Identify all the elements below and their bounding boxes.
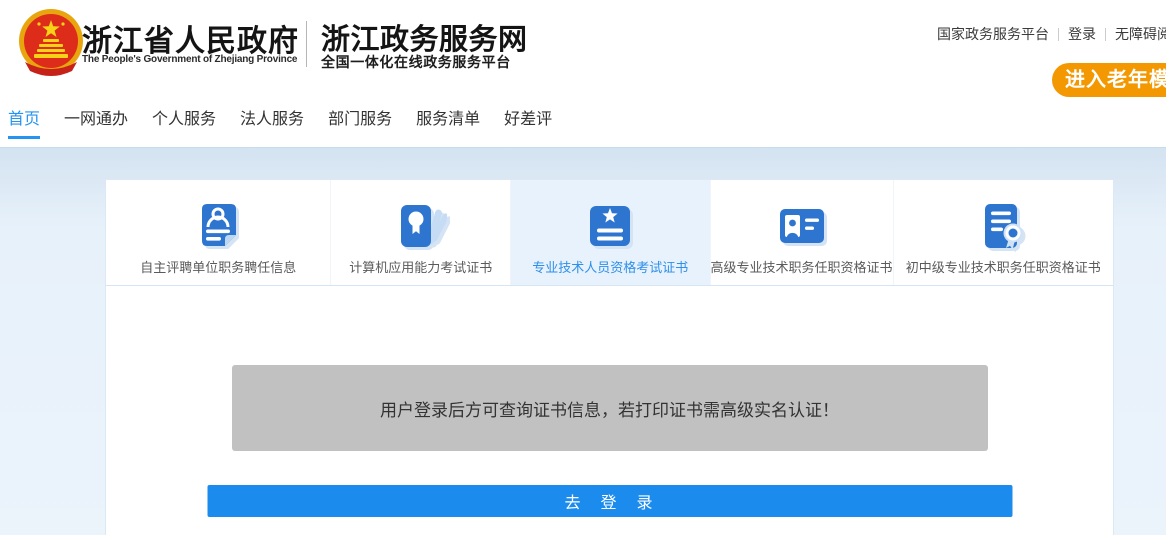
nav-item-personal-services[interactable]: 个人服务 xyxy=(152,110,216,139)
tab-label: 计算机应用能力考试证书 xyxy=(349,257,492,276)
tab-panel: 用户登录后方可查询证书信息，若打印证书需高级实名认证！ 去 登 录 xyxy=(106,286,1113,535)
tab-senior-professional-cert[interactable]: 高级专业技术职务任职资格证书 xyxy=(710,180,893,285)
tab-self-appointment-info[interactable]: 自主评聘单位职务聘任信息 xyxy=(106,180,330,285)
site-header: 浙江省人民政府 The People's Government of Zheji… xyxy=(0,0,1166,97)
header-divider xyxy=(306,21,307,67)
nav-item-legal-services[interactable]: 法人服务 xyxy=(240,110,304,139)
gov-subtitle: The People's Government of Zhejiang Prov… xyxy=(82,54,297,65)
nav-items: 首页 一网通办 个人服务 法人服务 部门服务 服务清单 好差评 xyxy=(8,110,552,139)
login-required-notice: 用户登录后方可查询证书信息，若打印证书需高级实名认证！ xyxy=(232,365,988,451)
nav-item-home[interactable]: 首页 xyxy=(8,110,40,139)
nav-item-review[interactable]: 好差评 xyxy=(504,110,552,139)
tab-label: 初中级专业技术职务任职资格证书 xyxy=(906,257,1101,276)
national-emblem-icon xyxy=(13,8,89,76)
site-subtitle: 全国一体化在线政务服务平台 xyxy=(321,52,511,72)
link-login[interactable]: 登录 xyxy=(1068,24,1096,44)
resume-person-icon xyxy=(192,200,244,252)
certificate-tabs: 自主评聘单位职务聘任信息 计算机应用能力考试证书 xyxy=(106,180,1113,286)
elder-mode-button[interactable]: 进入老年模式 xyxy=(1052,63,1166,97)
nav-item-one-network[interactable]: 一网通办 xyxy=(64,110,128,139)
tab-label: 自主评聘单位职务聘任信息 xyxy=(140,257,296,276)
certificate-medal-icon xyxy=(395,200,447,252)
tab-label: 高级专业技术职务任职资格证书 xyxy=(711,257,893,276)
main-nav: 首页 一网通办 个人服务 法人服务 部门服务 服务清单 好差评 xyxy=(0,97,1166,147)
certificate-card: 自主评聘单位职务聘任信息 计算机应用能力考试证书 xyxy=(105,179,1114,535)
tab-label: 专业技术人员资格考试证书 xyxy=(532,257,688,276)
nav-item-service-list[interactable]: 服务清单 xyxy=(416,110,480,139)
top-links: 国家政务服务平台 登录 无障碍阅览 xyxy=(937,24,1166,44)
page: 浙江省人民政府 The People's Government of Zheji… xyxy=(0,0,1166,535)
tab-computer-ability-cert[interactable]: 计算机应用能力考试证书 xyxy=(330,180,510,285)
go-login-button[interactable]: 去 登 录 xyxy=(207,485,1012,517)
link-national-platform[interactable]: 国家政务服务平台 xyxy=(937,24,1049,44)
link-separator xyxy=(1105,28,1106,41)
tab-junior-mid-professional-cert[interactable]: 初中级专业技术职务任职资格证书 xyxy=(893,180,1113,285)
content-area: 自主评聘单位职务聘任信息 计算机应用能力考试证书 xyxy=(0,147,1166,535)
tab-professional-exam-cert[interactable]: 专业技术人员资格考试证书 xyxy=(510,180,710,285)
nav-item-department-services[interactable]: 部门服务 xyxy=(328,110,392,139)
id-card-icon xyxy=(776,200,828,252)
document-seal-icon xyxy=(977,200,1029,252)
link-separator xyxy=(1058,28,1059,41)
star-certificate-icon xyxy=(584,200,636,252)
link-accessibility[interactable]: 无障碍阅览 xyxy=(1115,24,1166,44)
